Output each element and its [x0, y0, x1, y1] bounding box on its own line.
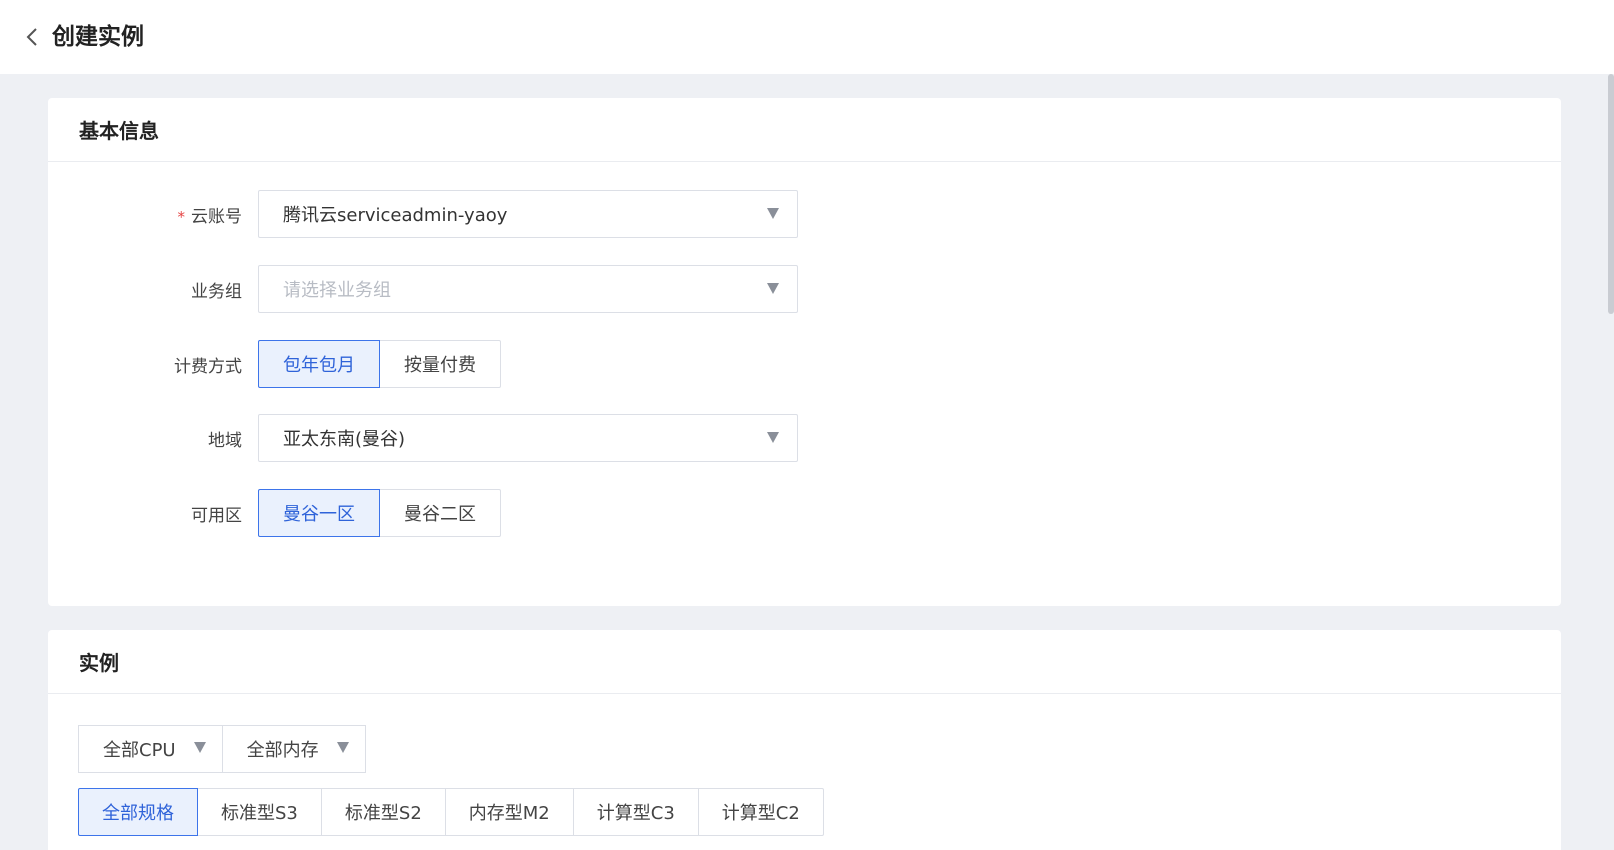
caret-down-icon [767, 283, 779, 294]
cloud-account-row: * 云账号 腾讯云serviceadmin-yaoy [48, 190, 798, 238]
business-group-row: 业务组 请选择业务组 [48, 265, 798, 313]
billing-label: 计费方式 [174, 356, 242, 377]
caret-down-icon [767, 432, 779, 443]
cpu-filter-select[interactable]: 全部CPU [78, 725, 223, 773]
billing-row: 计费方式 包年包月 按量付费 [48, 340, 501, 388]
spec-tabs: 全部规格 标准型S3 标准型S2 内存型M2 计算型C3 计算型C2 [78, 788, 824, 836]
spec-tab-c2[interactable]: 计算型C2 [697, 788, 824, 836]
required-mark: * [177, 207, 186, 226]
instance-title: 实例 [79, 651, 119, 675]
zone-segment: 曼谷一区 曼谷二区 [258, 489, 501, 537]
region-select[interactable]: 亚太东南(曼谷) [258, 414, 798, 462]
basic-info-title: 基本信息 [79, 119, 159, 143]
scrollbar-thumb[interactable] [1608, 74, 1614, 314]
zone-label: 可用区 [191, 505, 242, 526]
basic-info-header: 基本信息 [48, 98, 1561, 162]
spec-tab-m2[interactable]: 内存型M2 [444, 788, 574, 836]
spec-tab-all[interactable]: 全部规格 [78, 788, 198, 836]
spec-tab-s3[interactable]: 标准型S3 [197, 788, 322, 836]
spec-tab-s2[interactable]: 标准型S2 [320, 788, 446, 836]
cloud-account-select[interactable]: 腾讯云serviceadmin-yaoy [258, 190, 798, 238]
billing-option-prepaid[interactable]: 包年包月 [258, 340, 380, 388]
basic-info-card: 基本信息 * 云账号 腾讯云serviceadmin-yaoy 业务组 请选择业务… [48, 98, 1561, 606]
chevron-left-icon[interactable] [22, 24, 44, 50]
cloud-account-value: 腾讯云serviceadmin-yaoy [283, 205, 508, 226]
zone-row: 可用区 曼谷一区 曼谷二区 [48, 489, 501, 537]
region-value: 亚太东南(曼谷) [283, 429, 406, 450]
region-row: 地域 亚太东南(曼谷) [48, 414, 798, 462]
business-group-label: 业务组 [191, 281, 242, 302]
page-title: 创建实例 [52, 24, 144, 50]
instance-filters: 全部CPU 全部内存 [78, 725, 366, 773]
zone-option-2[interactable]: 曼谷二区 [379, 489, 501, 537]
cloud-account-label: * 云账号 [177, 206, 243, 227]
zone-option-1[interactable]: 曼谷一区 [258, 489, 380, 537]
page-header: 创建实例 [0, 0, 1614, 74]
memory-filter-select[interactable]: 全部内存 [221, 725, 366, 773]
business-group-select[interactable]: 请选择业务组 [258, 265, 798, 313]
cpu-filter-value: 全部CPU [103, 740, 176, 761]
spec-tab-c3[interactable]: 计算型C3 [572, 788, 699, 836]
region-label: 地域 [208, 430, 242, 451]
caret-down-icon [336, 742, 349, 753]
instance-header: 实例 [48, 630, 1561, 694]
billing-segment: 包年包月 按量付费 [258, 340, 501, 388]
caret-down-icon [767, 208, 779, 219]
caret-down-icon [193, 742, 206, 753]
instance-card: 实例 全部CPU 全部内存 全部规格 标准型S3 标准型S2 内存型M2 计算型… [48, 630, 1561, 850]
memory-filter-value: 全部内存 [246, 740, 319, 761]
billing-option-postpaid[interactable]: 按量付费 [379, 340, 501, 388]
business-group-placeholder: 请选择业务组 [283, 280, 391, 301]
